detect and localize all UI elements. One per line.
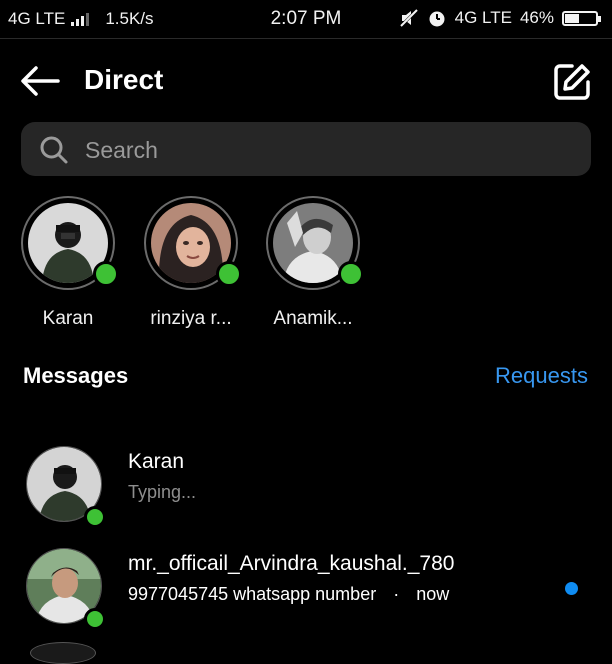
thread-status: Typing... bbox=[128, 482, 197, 502]
thread-avatar-wrap bbox=[26, 446, 106, 528]
messages-heading: Messages bbox=[23, 363, 129, 388]
page-title: Direct bbox=[84, 64, 164, 95]
separator-dot: · bbox=[393, 584, 400, 604]
mute-icon bbox=[399, 9, 418, 27]
online-indicator bbox=[93, 261, 119, 287]
story-karan[interactable]: Karan bbox=[13, 196, 123, 330]
online-indicator bbox=[84, 608, 106, 630]
thread-item[interactable]: Karan Typing... bbox=[0, 446, 612, 540]
search-icon bbox=[40, 136, 68, 164]
arrow-left-icon[interactable] bbox=[18, 62, 62, 100]
online-indicator bbox=[84, 506, 106, 528]
search-bar[interactable] bbox=[21, 122, 591, 176]
network-label-right: 4G LTE bbox=[454, 8, 512, 27]
story-name: Anamik... bbox=[273, 308, 353, 329]
battery-percent: 46% bbox=[519, 8, 554, 27]
online-indicator bbox=[216, 261, 242, 287]
thread-avatar-wrap bbox=[26, 548, 106, 630]
alarm-icon bbox=[429, 11, 445, 27]
story-ring bbox=[144, 196, 242, 290]
story-name: rinziya r... bbox=[150, 308, 232, 329]
search-input[interactable] bbox=[83, 130, 567, 170]
thread-time: now bbox=[416, 584, 450, 604]
header: Direct bbox=[0, 50, 612, 112]
battery-fill bbox=[565, 13, 579, 23]
online-indicator bbox=[338, 261, 364, 287]
story-ring bbox=[21, 196, 119, 290]
compose-icon[interactable] bbox=[552, 62, 592, 102]
next-thread-avatar bbox=[30, 642, 96, 664]
active-users-row: Karan rinziya r... Anamik... bbox=[0, 196, 612, 336]
status-bar: 4G LTE 1.5K/s 2:07 PM 4G LTE 46% bbox=[0, 0, 612, 39]
thread-item[interactable]: mr._officail_Arvindra_kaushal._780 99770… bbox=[0, 548, 612, 642]
status-right: 4G LTE 46% bbox=[399, 8, 601, 28]
unread-indicator bbox=[565, 582, 578, 595]
battery-icon bbox=[562, 10, 601, 26]
story-ring bbox=[266, 196, 364, 290]
requests-link[interactable]: Requests bbox=[495, 363, 588, 389]
thread-preview-line: 9977045745 whatsapp number · now bbox=[128, 584, 449, 605]
thread-name: Karan bbox=[128, 450, 185, 473]
story-name: Karan bbox=[42, 308, 94, 329]
thread-preview: 9977045745 whatsapp number bbox=[128, 584, 377, 604]
story-anamika[interactable]: Anamik... bbox=[258, 196, 368, 330]
story-rinziya[interactable]: rinziya r... bbox=[136, 196, 246, 330]
thread-name: mr._officail_Arvindra_kaushal._780 bbox=[128, 552, 455, 575]
